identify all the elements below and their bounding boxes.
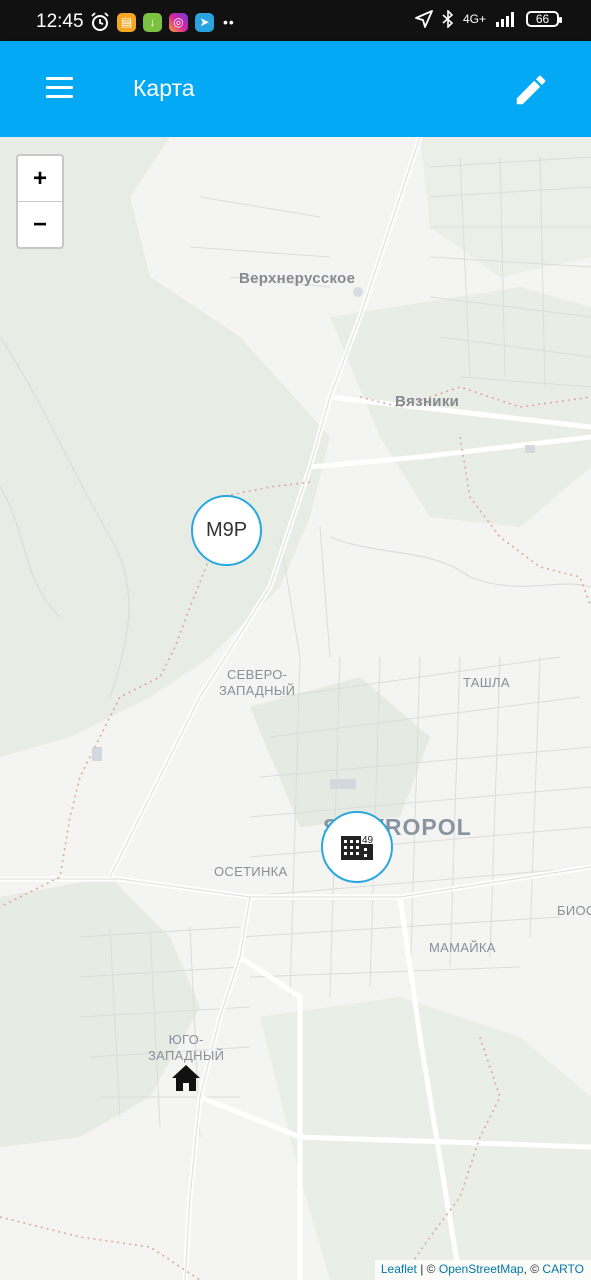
building-icon: 49 [341, 835, 374, 860]
map-label-severo-zapadny-line1: СЕВЕРО- [226, 667, 288, 682]
map-marker-building[interactable]: 49 [321, 811, 393, 883]
edit-icon [516, 75, 546, 105]
page-title: Карта [133, 75, 195, 101]
marker-label: М9Р [205, 519, 248, 541]
home-icon[interactable] [171, 1064, 201, 1092]
attribution-sep-1: | © [416, 1262, 439, 1276]
map-label-verkhnerusskoe: Верхнерусское [239, 270, 356, 287]
battery-icon: 66 [526, 11, 562, 27]
map-label-yugo-zapadny-line1: ЮГО- [168, 1032, 204, 1047]
more-notifications-indicator: •• [223, 14, 235, 30]
map-label-bios: БИОС [557, 903, 591, 918]
map-label-yugo-zapadny-line2: ЗАПАДНЫЙ [148, 1048, 225, 1063]
map-view[interactable]: Верхнерусское Вязники СЕВЕРО- ЗАПАДНЫЙ Т… [0, 137, 591, 1280]
signal-icon [496, 12, 514, 27]
map-tiles[interactable] [0, 137, 591, 1280]
bluetooth-icon [442, 10, 454, 28]
menu-icon [46, 77, 73, 80]
map-label-yugo-zapadny: ЮГО- ЗАПАДНЫЙ [148, 1032, 224, 1064]
map-label-tashla: ТАШЛА [463, 675, 510, 690]
carto-link[interactable]: CARTO [542, 1262, 584, 1276]
map-marker-m9r[interactable]: М9Р [191, 495, 262, 566]
leaflet-link[interactable]: Leaflet [381, 1262, 417, 1276]
network-type: 4G+ [462, 12, 486, 26]
map-label-vyazniki: Вязники [395, 393, 460, 410]
map-label-osetinka: ОСЕТИНКА [214, 864, 288, 879]
map-label-mamayka: МАМАЙКА [429, 940, 496, 955]
map-attribution: Leaflet | © OpenStreetMap, © CARTO [374, 1260, 591, 1280]
menu-button[interactable] [44, 75, 76, 103]
telegram-icon: ➤ [195, 12, 214, 32]
menu-icon-bar [46, 95, 73, 98]
edit-button[interactable] [512, 71, 550, 109]
battery-level: 66 [535, 12, 550, 26]
zoom-in-button[interactable]: + [18, 156, 62, 202]
alarm-icon [91, 12, 109, 31]
app-bar: Карта [0, 41, 591, 137]
menu-icon-bar [46, 86, 73, 89]
status-time: 12:45 [36, 11, 84, 32]
status-notification-icons: ▤ ↓ ◎ ➤ •• [90, 12, 235, 32]
marker-badge: 49 [362, 835, 374, 846]
attribution-sep-2: , © [523, 1262, 543, 1276]
openstreetmap-link[interactable]: OpenStreetMap [439, 1262, 524, 1276]
status-system-icons: 4G+ 66 [415, 10, 562, 28]
zoom-out-button[interactable]: − [18, 202, 62, 247]
zoom-control: + − [16, 154, 64, 249]
location-arrow-icon [415, 10, 433, 28]
download-app-icon: ↓ [143, 12, 162, 32]
map-label-severo-zapadny: СЕВЕРО- ЗАПАДНЫЙ [219, 667, 295, 699]
instagram-icon: ◎ [169, 12, 188, 32]
map-label-severo-zapadny-line2: ЗАПАДНЫЙ [219, 683, 296, 698]
status-bar: 12:45 ▤ ↓ ◎ ➤ •• 4G+ 66 [0, 0, 591, 41]
notes-app-icon: ▤ [117, 12, 136, 32]
